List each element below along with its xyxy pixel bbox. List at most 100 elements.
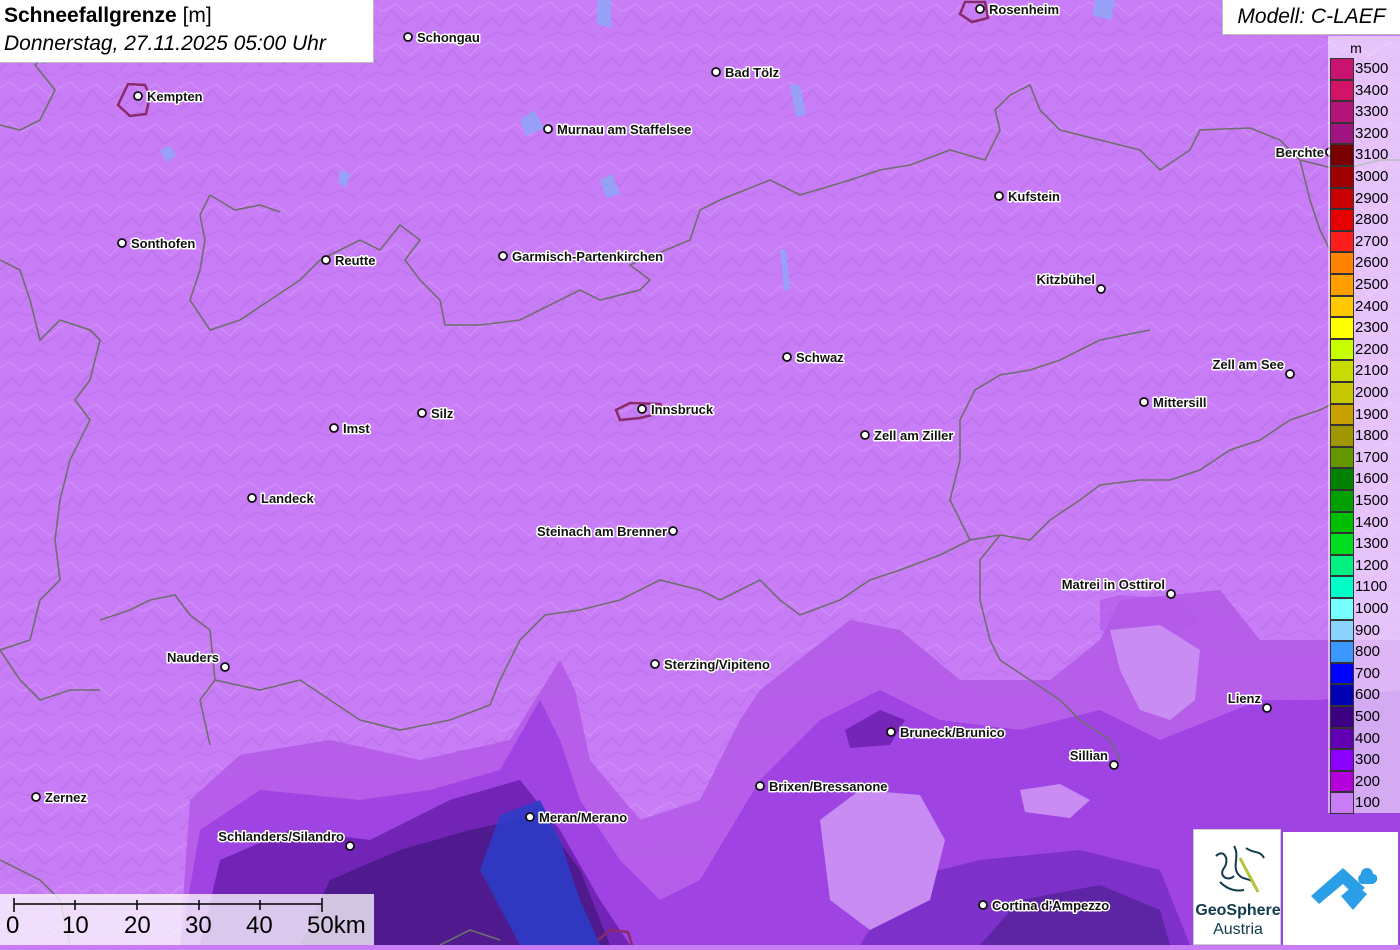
city-label: Matrei in Osttirol xyxy=(1062,577,1165,592)
legend-swatch-2800 xyxy=(1330,209,1354,231)
city-zell-am-ziller[interactable]: Zell am Ziller xyxy=(860,427,955,445)
city-marker-icon xyxy=(755,781,765,791)
map-title: Schneefallgrenze [m] Donnerstag, 27.11.2… xyxy=(0,0,374,63)
city-label: Nauders xyxy=(167,650,219,665)
city-label: Brixen/Bressanone xyxy=(769,779,888,794)
city-marker-icon xyxy=(1285,369,1295,379)
city-brixen-bressanone[interactable]: Brixen/Bressanone xyxy=(755,778,889,796)
legend-label-3300: 3300 xyxy=(1355,103,1389,121)
city-marker-icon xyxy=(1109,760,1119,770)
city-sterzing-vipiteno[interactable]: Sterzing/Vipiteno xyxy=(650,656,771,674)
city-label: Innsbruck xyxy=(651,402,714,417)
city-label: Berchte xyxy=(1276,145,1324,160)
city-label: Steinach am Brenner xyxy=(537,524,667,539)
city-label: Sterzing/Vipiteno xyxy=(664,657,770,672)
legend-label-1800: 1800 xyxy=(1355,427,1389,445)
city-marker-icon xyxy=(994,191,1004,201)
legend-swatch-400 xyxy=(1330,727,1354,750)
legend-swatch-500 xyxy=(1330,706,1354,728)
legend-swatch-1800 xyxy=(1330,425,1354,447)
city-marker-icon xyxy=(117,238,127,248)
city-marker-icon xyxy=(668,526,678,536)
legend-label-100: 100 xyxy=(1355,794,1381,812)
scale-label-50km: 50km xyxy=(307,912,366,939)
legend-swatch-800 xyxy=(1330,641,1354,663)
city-marker-icon xyxy=(1139,397,1149,407)
legend-swatch-3500 xyxy=(1330,58,1354,80)
scale-label-20: 20 xyxy=(124,912,151,939)
legend-label-3500: 3500 xyxy=(1355,60,1389,77)
city-marker-icon xyxy=(220,662,230,672)
scale-label-40: 40 xyxy=(246,912,273,939)
snowline-map[interactable]: Rosenheim Schongau Bad Tölz Kempten Murnau a… xyxy=(0,0,1400,945)
city-label: Garmisch-Partenkirchen xyxy=(512,249,663,264)
legend-label-1500: 1500 xyxy=(1355,492,1389,509)
city-marker-icon xyxy=(525,812,535,822)
city-label: Sillian xyxy=(1070,748,1108,763)
legend-swatch-1500 xyxy=(1330,490,1354,512)
city-bruneck-brunico[interactable]: Bruneck/Brunico xyxy=(886,724,1006,742)
legend-swatch-2100 xyxy=(1330,360,1354,382)
city-marker-icon xyxy=(417,408,427,418)
legend-swatch-2900 xyxy=(1330,187,1354,210)
legend-swatch-3400 xyxy=(1330,79,1354,102)
legend-swatch-1200 xyxy=(1330,554,1354,577)
forecast-datetime: Donnerstag, 27.11.2025 05:00 Uhr xyxy=(4,32,326,55)
legend-swatch-900 xyxy=(1330,619,1354,642)
legend-swatch-2400 xyxy=(1330,295,1354,318)
legend-swatch-1400 xyxy=(1330,511,1354,534)
scale-label-0: 0 xyxy=(6,912,20,939)
city-marker-icon xyxy=(637,404,647,414)
city-garmisch-partenkirchen[interactable]: Garmisch-Partenkirchen xyxy=(498,248,665,266)
legend-swatch-1600 xyxy=(1330,468,1354,490)
legend-label-2600: 2600 xyxy=(1355,254,1389,272)
city-label: Landeck xyxy=(261,491,315,506)
legend-swatch-1700 xyxy=(1330,446,1354,469)
legend-label-3400: 3400 xyxy=(1355,81,1389,99)
legend-label-1300: 1300 xyxy=(1355,535,1389,553)
legend-swatch-3300 xyxy=(1330,101,1354,123)
model-label: Modell: C-LAEF xyxy=(1222,0,1400,35)
city-meran-merano[interactable]: Meran/Merano xyxy=(525,809,629,827)
title-unit: [m] xyxy=(182,4,212,27)
scale-label-10: 10 xyxy=(62,912,89,939)
city-marker-icon xyxy=(782,352,792,362)
legend-swatch-2700 xyxy=(1330,230,1354,253)
legend-swatch-1300 xyxy=(1330,533,1354,555)
cloud-house-icon xyxy=(1311,868,1378,910)
city-marker-icon xyxy=(247,493,257,503)
legend-label-2200: 2200 xyxy=(1355,340,1389,358)
city-label: Zernez xyxy=(45,790,87,805)
legend-label-800: 800 xyxy=(1355,643,1381,661)
city-label: Bad Tölz xyxy=(725,65,780,80)
geosphere-emblem-icon xyxy=(1215,845,1265,893)
legend-label-2400: 2400 xyxy=(1355,297,1389,315)
legend-label-1900: 1900 xyxy=(1355,405,1389,423)
city-marker-icon xyxy=(978,900,988,910)
city-cortina-d-ampezzo[interactable]: Cortina d'Ampezzo xyxy=(978,897,1111,915)
legend-label-400: 400 xyxy=(1355,729,1381,747)
legend-swatch-2200 xyxy=(1330,338,1354,361)
legend-swatch-1100 xyxy=(1330,576,1354,598)
city-label: Meran/Merano xyxy=(539,810,627,825)
legend-label-3000: 3000 xyxy=(1355,168,1389,185)
legend-label-3100: 3100 xyxy=(1355,146,1389,164)
geosphere-logo[interactable]: GeoSphere Austria xyxy=(1193,829,1281,945)
legend-label-2100: 2100 xyxy=(1355,362,1389,380)
legend-swatch-3200 xyxy=(1330,122,1354,145)
city-marker-icon xyxy=(711,67,721,77)
city-murnau-am-staffelsee[interactable]: Murnau am Staffelsee xyxy=(543,121,693,139)
city-label: Reutte xyxy=(335,253,375,268)
legend-swatch-3100 xyxy=(1330,144,1354,166)
city-marker-icon xyxy=(1096,284,1106,294)
city-marker-icon xyxy=(321,255,331,265)
legend-swatch-2000 xyxy=(1330,382,1354,404)
city-steinach-am-brenner[interactable]: Steinach am Brenner xyxy=(535,523,678,541)
legend-unit: m xyxy=(1350,40,1362,56)
city-rosenheim[interactable]: Rosenheim xyxy=(975,1,1061,19)
city-marker-icon xyxy=(345,841,355,851)
city-marker-icon xyxy=(1262,703,1272,713)
city-marker-icon xyxy=(543,124,553,134)
geosphere-name: GeoSphere xyxy=(1195,902,1281,919)
cloud-logo[interactable] xyxy=(1283,832,1398,945)
